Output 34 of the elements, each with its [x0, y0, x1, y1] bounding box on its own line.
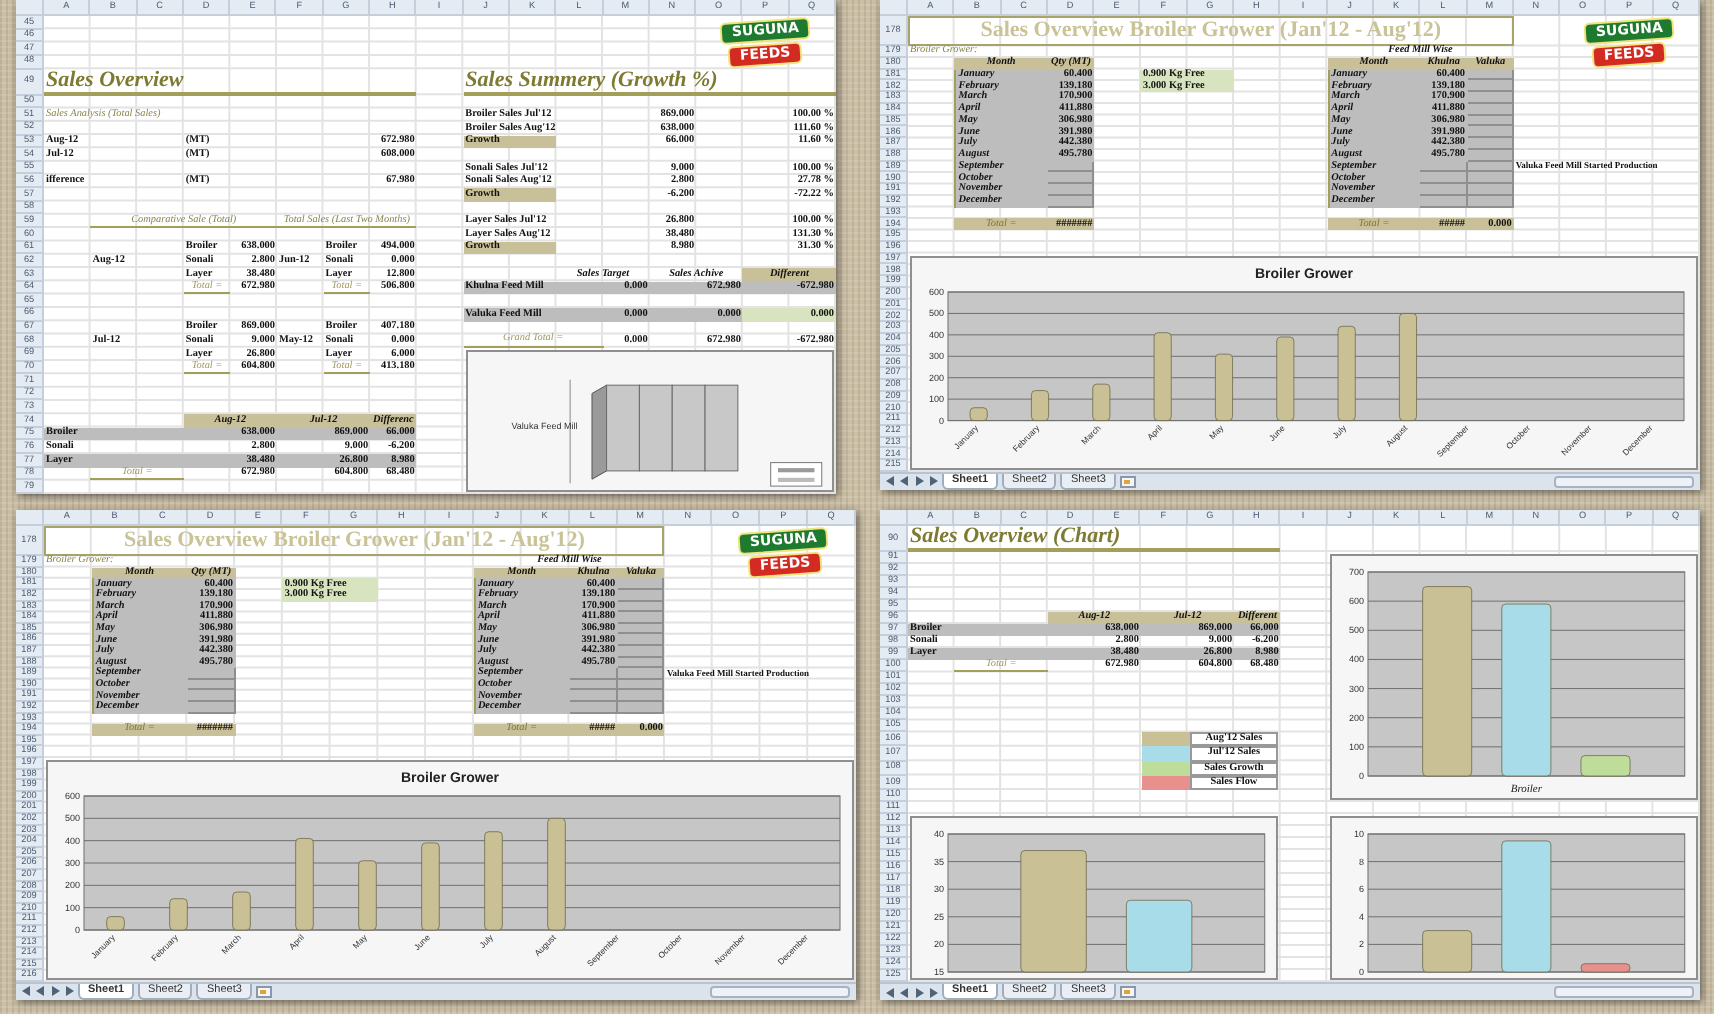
chart-bar — [969, 406, 988, 421]
chart-bar — [1031, 389, 1049, 421]
chart-bar — [1092, 383, 1111, 421]
scrollbar[interactable] — [1553, 986, 1694, 998]
chart-bar — [1276, 336, 1295, 421]
scrollbar[interactable] — [1553, 475, 1694, 488]
chart-bar — [1215, 353, 1233, 421]
sheet-title: Sales Overview Broiler Grower (Jan'12 - Aug'12) — [44, 526, 665, 557]
chart-bar — [547, 817, 566, 931]
chart-bar — [1500, 840, 1551, 973]
insert-sheet-icon[interactable] — [1119, 986, 1136, 998]
scrollbar[interactable] — [709, 985, 850, 998]
insert-sheet-icon[interactable] — [1119, 475, 1136, 488]
chart-bar — [1399, 312, 1417, 421]
chart-bar — [106, 916, 125, 931]
chart-bar — [1421, 930, 1472, 973]
sheet-title: Sales Overview (Chart) — [908, 526, 1281, 552]
sheet-title: Sales Overview — [44, 69, 417, 96]
chart-bar — [1153, 331, 1172, 421]
chart-bar — [358, 860, 377, 931]
chart-bar — [169, 898, 188, 931]
legend-box — [769, 461, 822, 487]
chart-bar — [1337, 325, 1356, 421]
sheet-title: Sales Summery (Growth %) — [463, 69, 836, 96]
chart-bar — [232, 891, 251, 931]
chart-bar — [421, 842, 440, 931]
chart-bar — [484, 831, 503, 931]
chart-bar — [1126, 899, 1193, 973]
chart-bar — [1579, 755, 1630, 777]
chart-bar — [1020, 850, 1087, 973]
insert-sheet-icon[interactable] — [255, 985, 272, 998]
chart-bar — [295, 838, 314, 931]
sheet-title: Sales Overview Broiler Grower (Jan'12 - Aug'12) — [908, 16, 1514, 47]
chart-bar — [1579, 963, 1630, 973]
